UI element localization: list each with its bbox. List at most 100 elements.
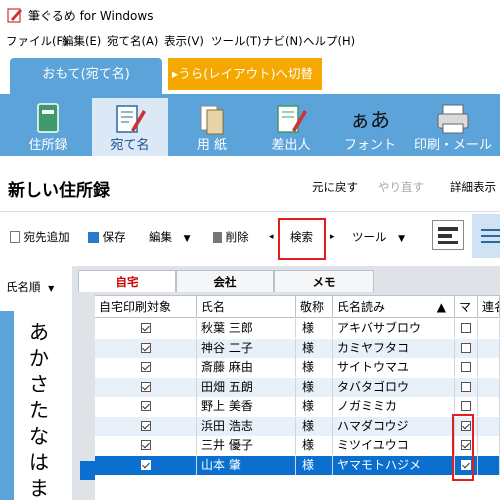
edit-dropdown[interactable]: 編集 ▼ [149,229,191,245]
reading-cell[interactable]: カミヤフタコ [333,338,455,358]
kana-index-ma[interactable]: ま [29,472,49,500]
joint-name-cell[interactable] [478,436,500,455]
mark-cell[interactable] [455,358,478,377]
kana-index-na[interactable]: な [29,420,49,449]
table-row[interactable]: 田畑 五朗様タバタゴロウ [95,377,500,397]
column-header-mark[interactable]: マ [455,296,478,318]
kana-index-a[interactable]: あ [29,316,49,345]
nav-left-icon[interactable]: ◂ [269,232,274,242]
print-target-cell[interactable] [95,319,197,338]
print-target-cell[interactable] [95,397,197,416]
menu-tools[interactable]: ツール(T) [211,33,262,49]
ribbon-font[interactable]: ぁあ フォント [334,98,406,156]
name-cell[interactable]: 秋葉 三郎 [197,319,296,338]
honorific-cell[interactable]: 様 [296,416,333,436]
joint-name-cell[interactable] [478,319,500,338]
joint-name-cell[interactable] [478,397,500,416]
honorific-cell[interactable]: 様 [296,455,333,475]
joint-name-cell[interactable] [478,358,500,377]
ribbon-paper[interactable]: 用 紙 [176,98,248,156]
tab-front-address[interactable]: おもて(宛て名) [10,58,162,94]
print-target-checkbox[interactable] [141,381,151,392]
name-cell[interactable]: 田畑 五朗 [197,377,296,397]
menu-navi[interactable]: ナビ(N) [262,33,303,49]
print-target-checkbox[interactable] [141,401,151,411]
tab-company[interactable]: 会社 [176,270,274,292]
ribbon-sender[interactable]: 差出人 [255,98,327,156]
print-target-checkbox[interactable] [141,323,151,333]
reading-cell[interactable]: ノガミミカ [333,397,455,416]
delete-button[interactable]: 削除 [213,229,249,245]
nav-right-icon[interactable]: ▸ [330,232,335,242]
print-target-checkbox[interactable] [141,459,151,470]
joint-name-cell[interactable] [478,455,500,475]
table-row[interactable]: 斎藤 麻由様サイトウマユ [95,358,500,377]
ribbon-print-mail[interactable]: 印刷・メール [412,98,494,156]
menu-edit[interactable]: 編集(E) [62,33,101,49]
honorific-cell[interactable]: 様 [296,319,333,338]
honorific-cell[interactable]: 様 [296,377,333,397]
kana-index-ka[interactable]: か [29,342,49,371]
table-row[interactable]: 秋葉 三郎様アキバサブロウ [95,319,500,338]
kana-index-sa[interactable]: さ [29,368,49,397]
print-target-cell[interactable] [95,358,197,377]
redo-button[interactable]: やり直す [378,179,424,195]
reading-cell[interactable]: サイトウマユ [333,358,455,377]
print-target-cell[interactable] [95,377,197,397]
name-cell[interactable]: 浜田 浩志 [197,416,296,436]
ribbon-recipient[interactable]: 宛て名 [92,98,168,156]
table-row[interactable]: 野上 美香様ノガミミカ [95,397,500,416]
print-target-cell[interactable] [95,416,197,436]
column-header-honorific[interactable]: 敬称 [296,296,333,318]
name-cell[interactable]: 神谷 二子 [197,338,296,358]
kana-index-ha[interactable]: は [29,446,49,475]
ribbon-address-book[interactable]: 住所録 [12,98,84,156]
joint-name-cell[interactable] [478,338,500,358]
tab-switch-back-layout[interactable]: ▸うら(レイアウト)へ切替 [168,58,322,90]
print-target-checkbox[interactable] [141,420,151,431]
mark-checkbox[interactable] [461,342,471,353]
kana-index-ta[interactable]: た [29,394,49,423]
table-row[interactable]: 山本 肇様ヤマモトハジメ [95,455,500,475]
print-target-cell[interactable] [95,436,197,455]
honorific-cell[interactable]: 様 [296,358,333,377]
menu-help[interactable]: ヘルプ(H) [303,33,355,49]
print-target-checkbox[interactable] [141,342,151,353]
print-target-checkbox[interactable] [141,362,151,372]
column-header-print-target[interactable]: 自宅印刷対象 [95,296,197,318]
save-button[interactable]: 保存 [88,229,126,245]
reading-cell[interactable]: ハマダコウジ [333,416,455,436]
reading-cell[interactable]: タバタゴロウ [333,377,455,397]
print-target-cell[interactable] [95,455,197,475]
tab-memo[interactable]: メモ [274,270,374,292]
mark-cell[interactable] [455,338,478,358]
reading-cell[interactable]: ヤマモトハジメ [333,455,455,475]
mark-checkbox[interactable] [461,362,471,372]
print-target-checkbox[interactable] [141,440,151,450]
reading-cell[interactable]: アキバサブロウ [333,319,455,338]
table-row[interactable]: 三井 優子様ミツイユウコ [95,436,500,455]
name-cell[interactable]: 山本 肇 [197,455,296,475]
menu-file[interactable]: ファイル(F) [6,33,68,49]
honorific-cell[interactable]: 様 [296,338,333,358]
column-header-name[interactable]: 氏名 [197,296,296,318]
joint-name-cell[interactable] [478,377,500,397]
honorific-cell[interactable]: 様 [296,397,333,416]
list-view-button[interactable] [472,214,500,258]
name-cell[interactable]: 野上 美香 [197,397,296,416]
menu-view[interactable]: 表示(V) [164,33,204,49]
mark-checkbox[interactable] [461,401,471,411]
add-recipient-button[interactable]: 宛先追加 [10,229,70,245]
mark-checkbox[interactable] [461,323,471,333]
joint-name-cell[interactable] [478,416,500,436]
undo-button[interactable]: 元に戻す [312,179,358,195]
table-row[interactable]: 浜田 浩志様ハマダコウジ [95,416,500,436]
table-row[interactable]: 神谷 二子様カミヤフタコ [95,338,500,358]
honorific-cell[interactable]: 様 [296,436,333,455]
name-cell[interactable]: 斎藤 麻由 [197,358,296,377]
tab-home[interactable]: 自宅 [78,270,176,292]
column-header-joint-name[interactable]: 連名 [478,296,500,318]
mark-checkbox[interactable] [461,381,471,392]
detail-view-button[interactable]: 詳細表示 [450,179,496,195]
menu-recipient[interactable]: 宛て名(A) [107,33,158,49]
